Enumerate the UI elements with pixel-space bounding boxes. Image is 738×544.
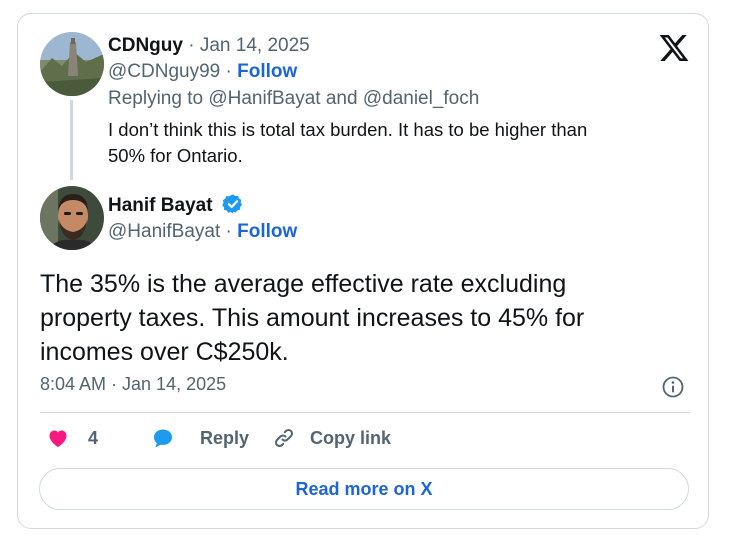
separator-dot: · bbox=[225, 221, 238, 242]
main-handle-row: @HanifBayat · Follow bbox=[108, 220, 297, 244]
like-button[interactable]: 4 bbox=[46, 426, 98, 450]
thread-connector-line bbox=[70, 100, 73, 180]
cdnguy-avatar[interactable] bbox=[40, 32, 104, 96]
main-text-line: incomes over C$250k. bbox=[40, 338, 289, 366]
x-logo-icon[interactable] bbox=[658, 32, 690, 64]
embedded-tweet-card: CDNguy · Jan 14, 2025 @CDNguy99 · Follow… bbox=[17, 13, 709, 529]
main-header: Hanif Bayat bbox=[108, 193, 244, 218]
reply-button[interactable]: Reply bbox=[150, 426, 249, 450]
separator-dot: · bbox=[188, 35, 200, 56]
reply-text-line: I don’t think this is total tax burden. … bbox=[108, 119, 588, 140]
copy-link-label: Copy link bbox=[310, 427, 392, 448]
main-text-line: The 35% is the average effective rate ex… bbox=[40, 270, 567, 298]
info-icon[interactable] bbox=[661, 375, 685, 399]
replying-and: and bbox=[325, 88, 358, 109]
main-tweet-text: The 35% is the average effective rate ex… bbox=[40, 267, 650, 369]
replying-to-daniel[interactable]: @daniel_foch bbox=[363, 88, 479, 109]
reply-header: CDNguy · Jan 14, 2025 bbox=[108, 34, 310, 58]
read-more-on-x-button[interactable]: Read more on X bbox=[39, 468, 689, 510]
replying-to-line: Replying to @HanifBayat and @daniel_foch bbox=[108, 87, 479, 111]
reply-handle[interactable]: @CDNguy99 bbox=[108, 61, 220, 82]
replying-to-hanif[interactable]: @HanifBayat bbox=[208, 88, 320, 109]
link-icon bbox=[274, 428, 294, 448]
separator-dot: · bbox=[225, 61, 238, 82]
heart-icon bbox=[49, 430, 67, 447]
divider bbox=[40, 412, 690, 413]
verified-badge-icon bbox=[221, 194, 242, 214]
main-text-line: property taxes. This amount increases to… bbox=[40, 304, 585, 332]
like-count: 4 bbox=[88, 427, 99, 448]
copy-link-button[interactable]: Copy link bbox=[272, 426, 391, 450]
reply-date[interactable]: Jan 14, 2025 bbox=[200, 35, 310, 56]
hanif-bayat-avatar[interactable] bbox=[40, 186, 104, 250]
replying-prefix: Replying to bbox=[108, 88, 204, 109]
reply-label: Reply bbox=[200, 427, 250, 448]
tweet-actions-bar: 4 Reply Copy link bbox=[40, 426, 690, 456]
main-handle[interactable]: @HanifBayat bbox=[108, 221, 220, 242]
follow-hanif-link[interactable]: Follow bbox=[237, 221, 297, 242]
follow-cdnguy-link[interactable]: Follow bbox=[237, 61, 297, 82]
reply-bubble-icon bbox=[154, 429, 172, 448]
main-author-name[interactable]: Hanif Bayat bbox=[108, 195, 213, 216]
reply-text-line: 50% for Ontario. bbox=[108, 145, 243, 166]
reply-author-name[interactable]: CDNguy bbox=[108, 35, 183, 56]
reply-tweet-text: I don’t think this is total tax burden. … bbox=[108, 117, 668, 169]
tweet-timestamp[interactable]: 8:04 AM · Jan 14, 2025 bbox=[40, 374, 226, 395]
reply-handle-row: @CDNguy99 · Follow bbox=[108, 60, 297, 84]
